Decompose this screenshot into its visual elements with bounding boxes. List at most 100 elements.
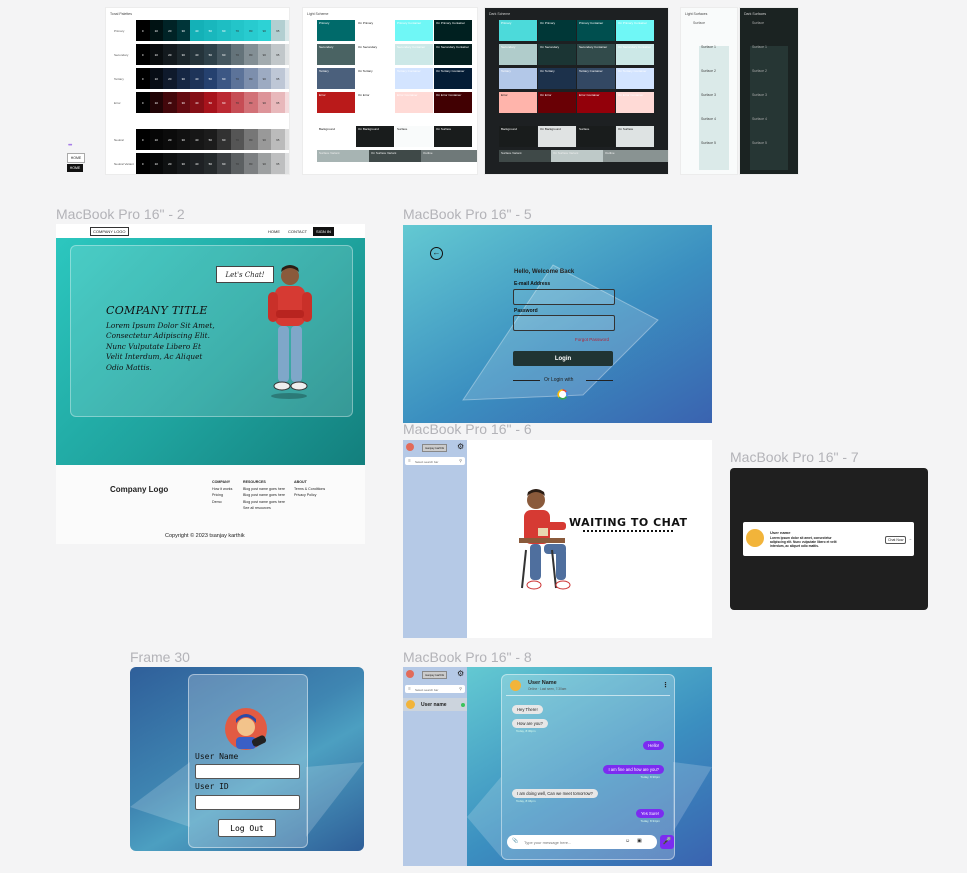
log-out-button[interactable]: Log Out: [218, 819, 276, 837]
palette-row: 01020304050607080909599100: [136, 153, 289, 174]
scheme-tile: Outline: [421, 150, 477, 162]
message-timestamp: Today, 8:34pm: [516, 799, 536, 803]
color-swatch: 80: [244, 153, 258, 174]
tile-label: On Error: [540, 93, 552, 97]
tile-label: On Tertiary Container: [436, 69, 465, 73]
home-chip-dark[interactable]: HOME: [67, 164, 83, 172]
email-field[interactable]: [513, 289, 615, 305]
gear-icon[interactable]: ⚙: [457, 442, 464, 451]
gear-icon[interactable]: ⚙: [457, 669, 464, 678]
color-swatch: 90: [257, 92, 271, 113]
hero-section: COMPANY TITLE Lorem Ipsum Dolor Sit Amet…: [56, 238, 365, 465]
profile-avatar: [225, 708, 267, 750]
scheme-tile: On Tertiary: [538, 68, 576, 89]
scheme-tile: On Primary: [538, 20, 576, 41]
footer-link[interactable]: See all resources: [243, 505, 285, 512]
surface-level-label: Surface 5: [752, 141, 767, 145]
light-surfaces-title: Light Surfaces: [685, 12, 708, 16]
search-icon[interactable]: ⚲: [459, 686, 462, 691]
frame-label-f7: MacBook Pro 16" - 7: [730, 449, 859, 465]
scheme-tile: On Error: [538, 92, 576, 113]
color-swatch: 60: [217, 20, 231, 41]
tile-label: On Secondary: [358, 45, 378, 49]
chat-now-button[interactable]: Chat Now: [885, 536, 907, 544]
password-field[interactable]: [513, 315, 615, 331]
user-id-field[interactable]: [195, 795, 300, 810]
nav-contact-link[interactable]: CONTACT: [288, 229, 307, 234]
home-chip-dark-label: HOME: [69, 166, 81, 170]
search-input[interactable]: ☰ Select search bar ⚲: [405, 685, 465, 693]
footer: Company Logo COMPANY How it works Pricin…: [56, 465, 365, 544]
surface-level-label: Surface 2: [752, 69, 767, 73]
dark-scheme-title: Dark Scheme: [489, 12, 511, 16]
frame-label-f5: MacBook Pro 16" - 5: [403, 206, 532, 222]
color-swatch: 10: [149, 153, 163, 174]
surface-level-label: Surface 4: [752, 117, 767, 121]
scheme-tile: Surface: [395, 126, 433, 147]
tile-label: Error: [501, 93, 508, 97]
dismiss-icon[interactable]: →: [908, 536, 912, 541]
color-swatch: 99: [284, 92, 289, 113]
company-logo-box[interactable]: COMPANY LOGO: [90, 227, 129, 236]
search-input[interactable]: ☰ Select search bar ⚲: [405, 457, 465, 465]
scheme-tile: On Primary Container: [616, 20, 654, 41]
scheme-tile: On Secondary Container: [434, 44, 472, 65]
footer-link[interactable]: Blog post name goes here: [243, 492, 285, 499]
nav-home-link[interactable]: HOME: [268, 229, 280, 234]
avatar[interactable]: [406, 670, 414, 678]
color-swatch: 99: [284, 20, 289, 41]
message-timestamp: Today, 8:34pm: [640, 819, 660, 823]
scheme-tile: Primary: [317, 20, 355, 41]
welcome-heading: Hello, Welcome Back: [514, 269, 575, 275]
scheme-tile: Primary: [499, 20, 537, 41]
more-options-icon[interactable]: ⋮: [662, 681, 669, 689]
camera-icon[interactable]: ▣: [637, 838, 642, 844]
message-input[interactable]: 📎 Type your message here... ☺ ▣: [507, 835, 657, 849]
emoji-icon[interactable]: ☺: [625, 838, 630, 844]
tile-label: On Tertiary Container: [618, 69, 647, 73]
notification-frame: User name Lorem ipsum dolor sit amet, co…: [730, 468, 928, 610]
chat-frame: tsanjay karthik ⚙ ☰ Select search bar ⚲ …: [403, 667, 712, 866]
outgoing-message: Hello!: [643, 741, 664, 750]
contact-list-item[interactable]: User name: [403, 698, 467, 711]
user-name-field[interactable]: [195, 764, 300, 779]
avatar[interactable]: [406, 443, 414, 451]
tile-label: On Error Container: [436, 93, 462, 97]
back-icon[interactable]: ←: [430, 247, 443, 260]
color-swatch: 20: [163, 129, 177, 150]
color-swatch: 60: [217, 153, 231, 174]
login-button[interactable]: Login: [513, 351, 613, 366]
home-chip-light[interactable]: HOME: [67, 153, 85, 163]
footer-link[interactable]: Demo: [212, 499, 232, 506]
footer-col-resources: RESOURCES Blog post name goes here Blog …: [243, 479, 285, 512]
chat-header-status: Online · Last seen, 7:30am: [528, 687, 567, 691]
sign-in-button[interactable]: SIGN IN: [313, 227, 334, 236]
color-swatch: 70: [230, 153, 244, 174]
incoming-message: Hey There!: [512, 705, 543, 714]
home-chip-light-label: HOME: [70, 156, 82, 160]
light-scheme-panel: Light Scheme Primary On Primary Primary Co…: [303, 8, 477, 174]
color-swatch: 10: [149, 20, 163, 41]
attach-icon[interactable]: 📎: [512, 838, 518, 844]
user-chip: tsanjay karthik: [422, 671, 448, 679]
tile-label: On Primary: [358, 21, 374, 25]
tile-label: On Primary Container: [436, 21, 466, 25]
online-dot: [461, 703, 465, 707]
palette-row-label: Tertiary: [114, 77, 124, 81]
color-swatch: 70: [230, 129, 244, 150]
color-swatch: 60: [217, 68, 231, 89]
color-swatch: 60: [217, 92, 231, 113]
footer-link[interactable]: Privacy Policy: [294, 492, 325, 499]
surface-level-label: Surface 3: [752, 93, 767, 97]
scheme-tile: On Error Container: [434, 92, 472, 113]
tile-label: Secondary Container: [397, 45, 426, 49]
forgot-password-link[interactable]: Forgot Password: [575, 337, 609, 342]
palette-row-label: Secondary: [114, 53, 129, 57]
tile-label: On Primary: [540, 21, 556, 25]
google-icon[interactable]: [557, 389, 568, 400]
mic-button[interactable]: 🎤: [660, 835, 674, 849]
palette-row-label: Neutral: [114, 138, 124, 142]
landing-page-frame: COMPANY LOGO HOME CONTACT SIGN IN COMPAN…: [56, 224, 365, 544]
scheme-tile: On Secondary: [356, 44, 394, 65]
search-icon[interactable]: ⚲: [459, 458, 462, 463]
